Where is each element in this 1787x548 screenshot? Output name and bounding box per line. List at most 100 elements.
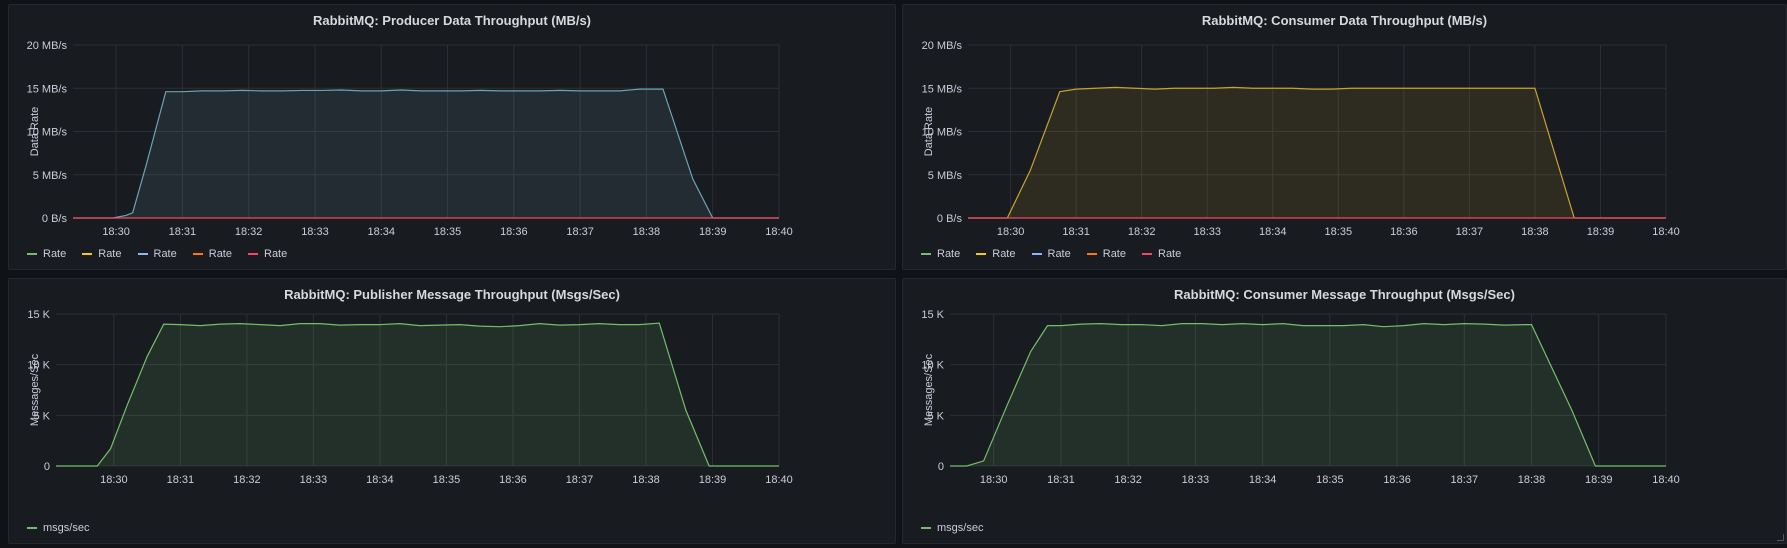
legend-item[interactable]: Rate — [192, 248, 232, 260]
x-tick-label: 18:31 — [1047, 474, 1075, 486]
legend: msgs/sec — [27, 522, 89, 534]
x-tick-label: 18:34 — [1249, 474, 1277, 486]
x-tick-label: 18:31 — [169, 226, 197, 238]
chart-publisher-message-throughput: 05 K10 K15 K18:30 18:31 18:32 18:33 18:34 18:… — [27, 309, 793, 486]
dashboard-grid: RabbitMQ: Producer Data Throughput (MB/s… — [0, 0, 1787, 548]
x-tick-label: 18:39 — [699, 226, 727, 238]
legend-label: Rate — [1158, 248, 1182, 260]
legend-swatch — [921, 253, 931, 255]
series-area — [56, 323, 779, 466]
x-tick-label: 18:34 — [367, 226, 395, 238]
y-tick-label: 0 — [44, 461, 50, 473]
y-axis-label: Data Rate — [29, 107, 41, 157]
x-tick-label: 18:36 — [1390, 226, 1418, 238]
x-tick-label: 18:38 — [1521, 226, 1549, 238]
resize-handle[interactable] — [1777, 534, 1784, 541]
y-tick-label: 5 MB/s — [33, 170, 68, 182]
panel-consumer-data-throughput[interactable]: RabbitMQ: Consumer Data Throughput (MB/s… — [902, 4, 1787, 270]
legend-item[interactable]: Rate — [1031, 248, 1071, 260]
x-tick-label: 18:30 — [997, 226, 1025, 238]
x-tick-label: 18:30 — [100, 474, 128, 486]
y-tick-label: 15 MB/s — [27, 83, 68, 95]
x-tick-label: 18:39 — [699, 474, 727, 486]
legend-swatch — [27, 253, 37, 255]
y-tick-label: 15 K — [921, 309, 944, 321]
x-tick-label: 18:33 — [1193, 226, 1221, 238]
legend-label: Rate — [43, 248, 67, 260]
series-area — [950, 323, 1666, 466]
legend-item[interactable]: Rate — [82, 248, 122, 260]
legend-swatch — [82, 253, 93, 255]
legend-item[interactable]: msgs/sec — [921, 522, 983, 534]
legend-item[interactable]: Rate — [1086, 248, 1126, 260]
y-tick-label: 15 K — [27, 309, 50, 321]
legend-swatch — [976, 253, 987, 255]
y-axis-label: Messages/Sec — [29, 353, 41, 426]
legend-item[interactable]: Rate — [1142, 248, 1181, 260]
legend-swatch — [192, 253, 203, 255]
x-tick-label: 18:34 — [1259, 226, 1287, 238]
x-tick-label: 18:37 — [566, 226, 594, 238]
legend-item[interactable]: Rate — [248, 248, 287, 260]
x-tick-label: 18:31 — [1062, 226, 1090, 238]
legend-swatch — [137, 253, 148, 255]
y-tick-label: 0 — [938, 461, 944, 473]
legend: Rate Rate Rate Rate Rate — [921, 248, 1181, 260]
legend-swatch — [921, 527, 931, 529]
x-tick-label: 18:38 — [633, 226, 661, 238]
x-tick-label: 18:31 — [167, 474, 195, 486]
x-tick-label: 18:32 — [233, 474, 261, 486]
x-tick-label: 18:35 — [1325, 226, 1353, 238]
legend-item[interactable]: msgs/sec — [27, 522, 89, 534]
y-axis-label: Data Rate — [923, 107, 935, 157]
y-tick-label: 20 MB/s — [922, 40, 963, 52]
legend-label: Rate — [992, 248, 1016, 260]
x-tick-label: 18:32 — [1128, 226, 1156, 238]
x-tick-label: 18:33 — [301, 226, 329, 238]
legend-item[interactable]: Rate — [976, 248, 1016, 260]
legend-label: Rate — [98, 248, 122, 260]
legend-swatch — [1086, 253, 1097, 255]
x-tick-label: 18:30 — [980, 474, 1008, 486]
panel-producer-data-throughput[interactable]: RabbitMQ: Producer Data Throughput (MB/s… — [8, 4, 896, 270]
legend-item[interactable]: Rate — [137, 248, 177, 260]
legend: Rate Rate Rate Rate Rate — [27, 248, 287, 260]
panel-consumer-message-throughput[interactable]: RabbitMQ: Consumer Message Throughput (M… — [902, 278, 1787, 544]
panel-publisher-message-throughput[interactable]: RabbitMQ: Publisher Message Throughput (… — [8, 278, 896, 544]
x-tick-label: 18:40 — [765, 474, 793, 486]
legend-swatch — [1142, 253, 1152, 255]
legend-label: Rate — [264, 248, 288, 260]
x-tick-label: 18:35 — [434, 226, 462, 238]
x-tick-label: 18:38 — [1518, 474, 1546, 486]
x-tick-label: 18:37 — [566, 474, 594, 486]
x-tick-label: 18:33 — [300, 474, 328, 486]
legend-label: Rate — [153, 248, 177, 260]
x-tick-label: 18:37 — [1456, 226, 1484, 238]
x-tick-label: 18:30 — [102, 226, 130, 238]
x-tick-label: 18:36 — [500, 226, 528, 238]
series-area — [968, 87, 1666, 218]
legend-label: Rate — [208, 248, 232, 260]
legend-item[interactable]: Rate — [921, 248, 960, 260]
legend-item[interactable]: Rate — [27, 248, 66, 260]
chart-consumer-message-throughput: 05 K10 K15 K18:30 18:31 18:32 18:33 18:34 18:… — [921, 309, 1680, 486]
legend-swatch — [248, 253, 258, 255]
y-tick-label: 15 MB/s — [922, 83, 963, 95]
legend-swatch — [1031, 253, 1042, 255]
x-tick-label: 18:40 — [765, 226, 793, 238]
x-tick-label: 18:40 — [1652, 474, 1680, 486]
x-tick-label: 18:39 — [1585, 474, 1613, 486]
legend-label: Rate — [1102, 248, 1126, 260]
x-tick-label: 18:32 — [1114, 474, 1142, 486]
series-area — [73, 89, 779, 219]
y-axis-label: Messages/Sec — [923, 353, 935, 426]
x-tick-label: 18:33 — [1182, 474, 1210, 486]
x-tick-label: 18:36 — [1383, 474, 1411, 486]
y-tick-label: 0 B/s — [42, 213, 68, 225]
x-tick-label: 18:38 — [632, 474, 660, 486]
x-tick-label: 18:37 — [1451, 474, 1479, 486]
y-tick-label: 0 B/s — [937, 213, 963, 225]
x-tick-label: 18:34 — [366, 474, 394, 486]
legend: msgs/sec — [921, 522, 983, 534]
y-tick-label: 20 MB/s — [27, 40, 68, 52]
